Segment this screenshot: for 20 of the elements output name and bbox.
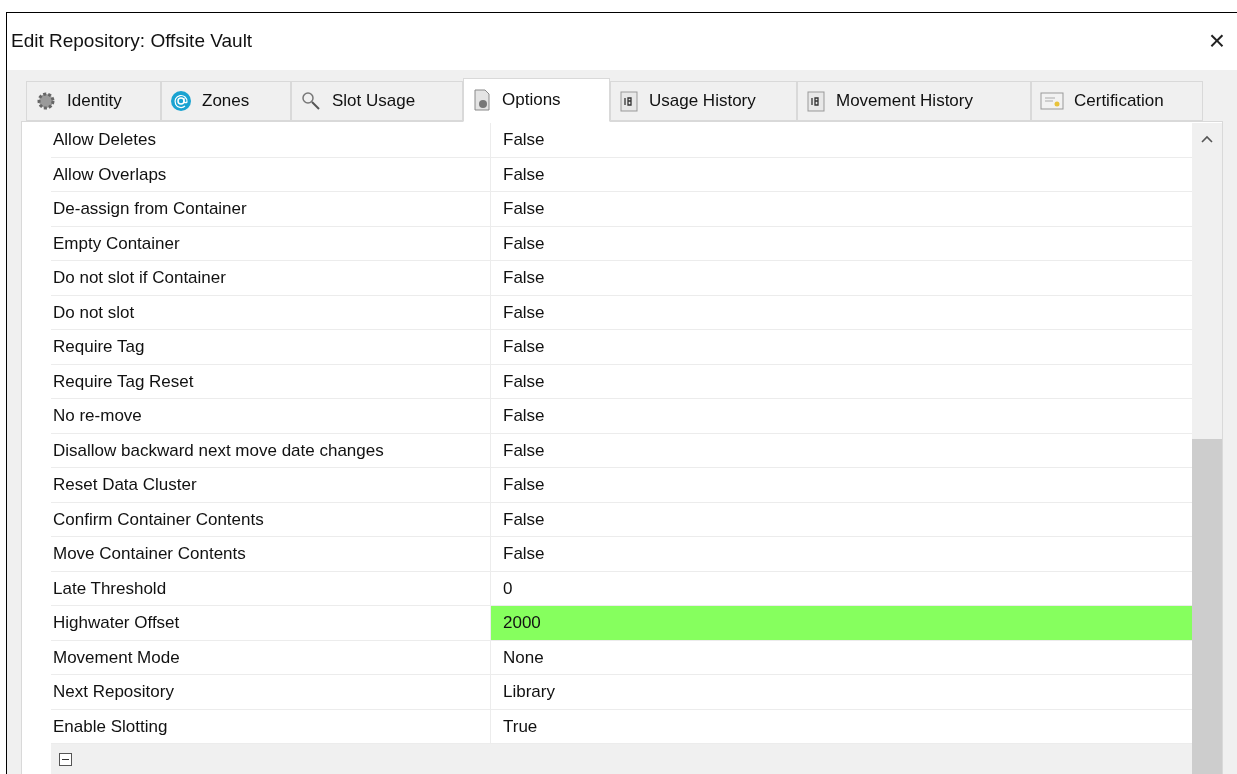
tab[interactable]: Identity [26,81,161,121]
at-sign-icon [170,90,192,112]
minus-box-icon[interactable] [59,752,72,766]
gear-icon [35,91,57,111]
close-button[interactable]: × [1204,27,1229,56]
search-icon [300,90,322,112]
tab[interactable]: Certification [1031,81,1203,121]
tab[interactable]: Movement History [797,81,1031,121]
calendar-icon [619,90,639,112]
scrollbar-thumb[interactable] [1192,439,1222,774]
property-value[interactable]: 2000 [491,606,1192,640]
scrollbar[interactable] [1192,123,1222,774]
calendar-icon [806,90,826,112]
tab[interactable]: Slot Usage [291,81,463,121]
tab[interactable]: Usage History [610,81,797,121]
tab[interactable]: Options [463,78,610,122]
document-icon [472,89,492,111]
tab[interactable]: Zones [161,81,291,121]
certificate-icon [1040,92,1064,110]
window-title: Edit Repository: Offsite Vault [11,29,253,54]
